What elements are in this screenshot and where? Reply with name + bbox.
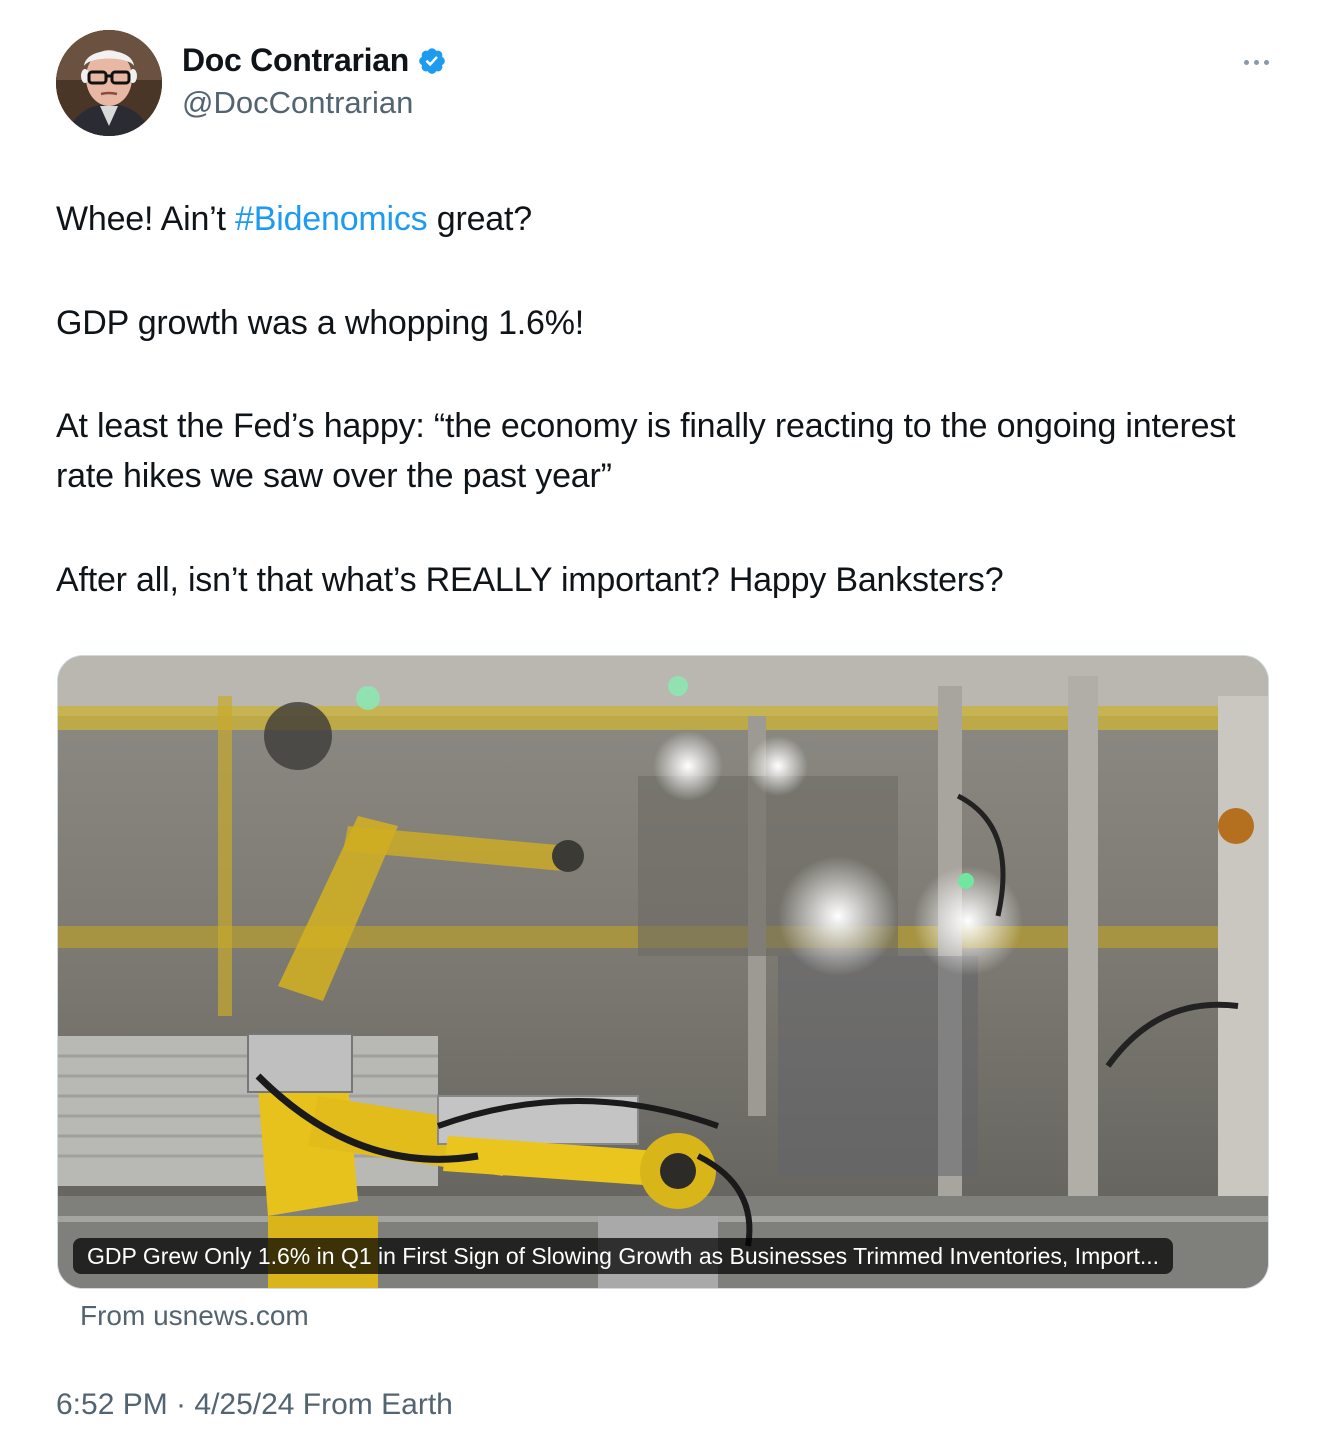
text-segment: great?: [427, 200, 532, 238]
link-card-source[interactable]: From usnews.com: [80, 1300, 309, 1332]
text-segment: Whee! Ain’t: [56, 200, 236, 238]
more-horizontal-icon[interactable]: [1236, 52, 1276, 72]
avatar[interactable]: [56, 30, 162, 136]
factory-robot-photo: [58, 656, 1268, 1288]
display-name[interactable]: Doc Contrarian: [182, 42, 409, 79]
hashtag-link[interactable]: #Bidenomics: [235, 200, 428, 238]
link-card[interactable]: GDP Grew Only 1.6% in Q1 in First Sign o…: [57, 655, 1269, 1289]
author-handle[interactable]: @DocContrarian: [182, 85, 447, 121]
tweet-header: Doc Contrarian @DocContrarian: [56, 30, 1276, 136]
name-row: Doc Contrarian: [182, 42, 447, 79]
tweet-line-3: At least the Fed’s happy: “the economy i…: [56, 407, 1236, 495]
link-card-title: GDP Grew Only 1.6% in Q1 in First Sign o…: [73, 1238, 1174, 1274]
tweet-timestamp[interactable]: 6:52 PM · 4/25/24 From Earth: [56, 1388, 453, 1422]
tweet-line-1: Whee! Ain’t #Bidenomics great?: [56, 194, 1276, 244]
verified-badge-icon: [419, 47, 445, 74]
profile-photo: [56, 30, 162, 136]
author-block: Doc Contrarian @DocContrarian: [182, 42, 447, 121]
tweet-line-2: GDP growth was a whopping 1.6%!: [56, 304, 585, 342]
tweet-line-4: After all, isn’t that what’s REALLY impo…: [56, 561, 1004, 599]
